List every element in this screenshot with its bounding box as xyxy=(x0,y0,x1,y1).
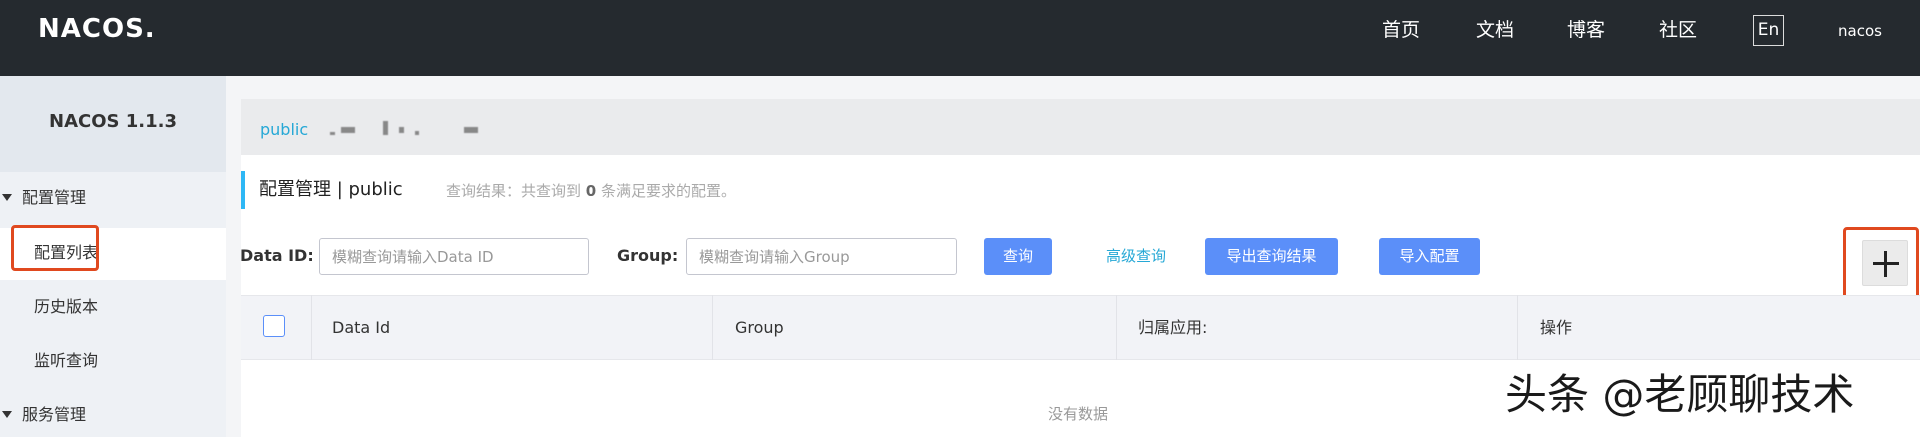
nav-docs[interactable]: 文档 xyxy=(1476,16,1514,44)
caret-down-icon xyxy=(2,411,12,418)
export-results-button[interactable]: 导出查询结果 xyxy=(1205,238,1338,275)
language-switch-button[interactable]: En xyxy=(1753,15,1784,46)
nav-home[interactable]: 首页 xyxy=(1382,16,1420,44)
group-input[interactable] xyxy=(686,238,957,275)
nacos-logo[interactable]: NACOS. xyxy=(38,14,156,44)
sidebar-item-history[interactable]: 历史版本 xyxy=(34,296,98,318)
column-header-actions: 操作 xyxy=(1540,318,1573,337)
watermark: 头条 @老顾聊技术 xyxy=(1505,370,1855,419)
advanced-query-link[interactable]: 高级查询 xyxy=(1106,246,1166,266)
caret-down-icon xyxy=(2,194,12,201)
namespace-tab-public[interactable]: public xyxy=(260,120,308,140)
sidebar-group-service[interactable]: 服务管理 xyxy=(0,404,86,426)
query-result-suffix: 条满足要求的配置。 xyxy=(601,182,737,200)
query-result-summary: 查询结果：共查询到 0 条满足要求的配置。 xyxy=(446,181,736,201)
data-id-input[interactable] xyxy=(319,238,589,275)
query-result-count: 0 xyxy=(585,182,597,200)
sidebar-item-listener-query[interactable]: 监听查询 xyxy=(34,350,98,372)
table-empty-text: 没有数据 xyxy=(1048,405,1109,423)
page-title: 配置管理 | public xyxy=(259,179,403,200)
sidebar-group-label: 配置管理 xyxy=(22,188,87,207)
sidebar-group-config[interactable]: 配置管理 xyxy=(0,187,86,209)
data-id-label: Data ID: xyxy=(240,246,314,265)
namespace-tab-blurred[interactable] xyxy=(415,131,419,135)
sidebar-group-label: 服务管理 xyxy=(22,405,87,424)
nav-blog[interactable]: 博客 xyxy=(1567,16,1605,44)
namespace-tab-blurred[interactable] xyxy=(383,121,388,135)
group-label: Group: xyxy=(617,246,679,265)
sidebar-title: NACOS 1.1.3 xyxy=(49,111,177,132)
column-header-group[interactable]: Group xyxy=(735,318,784,338)
select-all-checkbox[interactable] xyxy=(263,315,285,337)
column-header-data-id[interactable]: Data Id xyxy=(332,318,390,338)
top-navbar: NACOS. 首页 文档 博客 社区 En nacos xyxy=(0,0,1920,76)
column-divider xyxy=(311,295,312,360)
query-result-prefix: 查询结果：共查询到 xyxy=(446,182,582,200)
namespace-bar xyxy=(241,99,1920,155)
query-button[interactable]: 查询 xyxy=(984,238,1052,275)
column-divider xyxy=(1517,295,1518,360)
import-config-button[interactable]: 导入配置 xyxy=(1379,238,1480,275)
namespace-tab-blurred[interactable] xyxy=(399,127,404,133)
column-divider xyxy=(712,295,713,360)
nav-community[interactable]: 社区 xyxy=(1659,16,1697,44)
highlight-box-config-list xyxy=(11,225,99,271)
namespace-tab-blurred[interactable] xyxy=(330,132,335,135)
title-accent-bar xyxy=(241,171,245,209)
namespace-tab-blurred[interactable] xyxy=(341,127,355,133)
column-header-app[interactable]: 归属应用: xyxy=(1138,318,1207,338)
namespace-tab-blurred[interactable] xyxy=(464,127,478,133)
user-name[interactable]: nacos xyxy=(1838,20,1882,42)
table-header xyxy=(241,295,1920,360)
sidebar-header: NACOS 1.1.3 xyxy=(0,76,226,172)
column-divider xyxy=(1116,295,1117,360)
